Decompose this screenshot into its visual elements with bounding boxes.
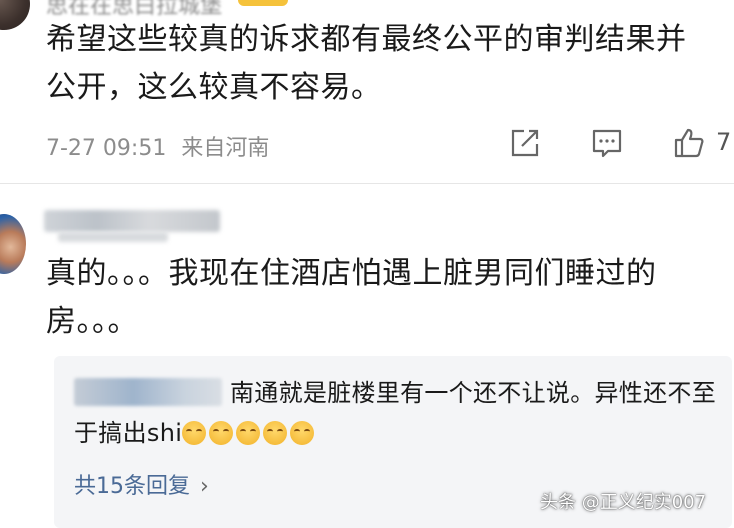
watermark: 头条 @正义纪实007 [540,492,707,513]
emoji-row [182,419,317,447]
smirk-emoji [263,421,288,445]
comment-meta: 7-27 09:51 来自河南 [46,130,269,162]
member-badge [238,0,288,6]
reply-text-content: 南通就是脏楼里有一个还不让说。异性还不至于搞出shi [74,379,716,447]
chevron-right-icon[interactable]: › [200,474,209,499]
avatar[interactable] [0,0,30,30]
comment-text: 希望这些较真的诉求都有最终公平的审判结果并 公开，这么较真不容易。 [46,22,687,105]
thumbs-up-icon[interactable] [672,126,706,160]
smirk-emoji [182,421,207,445]
username-blurred-secondary [58,232,168,242]
reply-text: 南通就是脏楼里有一个还不让说。异性还不至于搞出shi [74,373,724,453]
like-count: 7 [716,128,732,156]
smirk-emoji [209,421,234,445]
username-blurred[interactable] [44,210,220,232]
smirk-emoji [236,421,261,445]
share-icon[interactable] [508,126,542,160]
smirk-emoji [290,421,315,445]
comment-location: 来自河南 [181,136,270,161]
view-replies-link[interactable]: 共15条回复 › [74,468,209,500]
avatar[interactable] [0,214,26,274]
comment-icon[interactable] [590,126,624,160]
comment-text: 真的。。。我现在住酒店怕遇上脏男同们睡过的 房。。。 [46,256,657,339]
comment-time: 7-27 09:51 [46,136,167,161]
replies-count-label[interactable]: 共15条回复 [74,474,190,499]
divider [0,183,734,184]
